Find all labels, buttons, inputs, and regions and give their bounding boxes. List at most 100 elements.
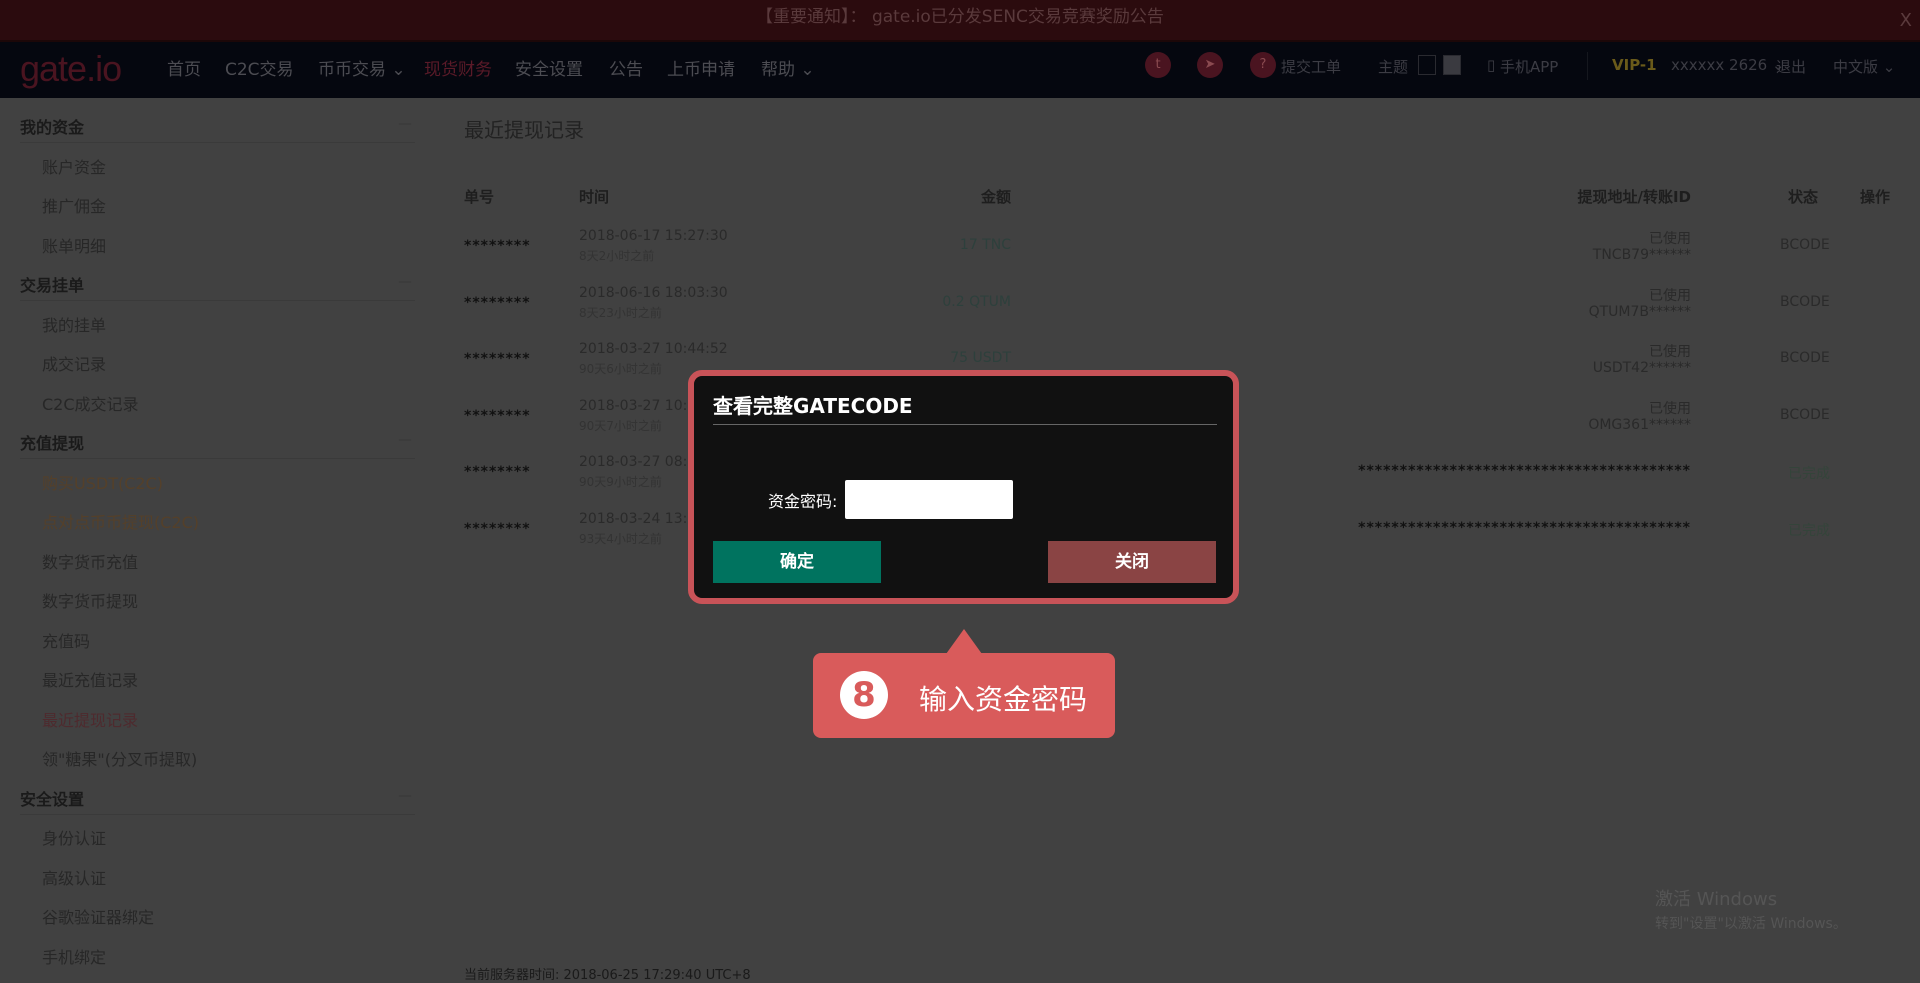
time-ago: 93天4小时之前 xyxy=(579,532,662,546)
page-title: 最近提现记录 xyxy=(464,118,584,142)
sidebar-item[interactable]: 领"糖果"(分叉币提取) xyxy=(42,746,197,770)
order-id: ******** xyxy=(464,294,531,311)
time: 2018-06-16 18:03:30 xyxy=(579,284,728,301)
sidebar-item[interactable]: 高级认证 xyxy=(42,865,106,889)
nav-item[interactable]: 公告 xyxy=(609,55,643,80)
mobile-app-link[interactable]: 手机APP xyxy=(1500,56,1558,77)
sidebar-item[interactable]: 数字货币充值 xyxy=(42,549,138,573)
divider xyxy=(713,424,1217,425)
time-ago: 90天7小时之前 xyxy=(579,418,662,433)
address-status: 已使用 xyxy=(1649,231,1691,247)
telegram-icon[interactable]: ➤ xyxy=(1197,52,1223,78)
col-order-id: 单号 xyxy=(464,188,495,206)
col-address: 提现地址/转账ID xyxy=(1577,188,1691,206)
status-badge[interactable]: BCODE xyxy=(1780,237,1830,253)
time-ago: 8天2小时之前 xyxy=(579,249,655,263)
close-notice-icon[interactable]: X xyxy=(1900,4,1912,38)
confirm-button[interactable]: 确定 xyxy=(713,541,881,583)
nav-item[interactable]: C2C交易 xyxy=(225,55,294,80)
logout-link[interactable]: 退出 xyxy=(1776,56,1806,77)
sidebar-item[interactable]: 成交记录 xyxy=(42,351,106,375)
sidebar-item[interactable]: 推广佣金 xyxy=(42,193,106,217)
time: 2018-03-27 08: xyxy=(579,454,688,471)
divider xyxy=(20,458,415,459)
order-id: ******** xyxy=(464,407,531,424)
order-id: ******** xyxy=(464,521,531,537)
collapse-icon[interactable]: — xyxy=(398,274,412,290)
language-select[interactable]: 中文版 ⌄ xyxy=(1833,56,1895,77)
status-badge: 已完成 xyxy=(1788,523,1830,539)
light-theme-swatch[interactable] xyxy=(1443,55,1461,75)
sidebar-item[interactable]: 点对点币币提现(C2C) xyxy=(42,509,199,533)
col-status: 状态 xyxy=(1788,188,1819,206)
address: USDT42****** xyxy=(1592,360,1691,377)
nav-item[interactable]: 上币申请 xyxy=(667,55,735,80)
time: 2018-06-17 15:27:30 xyxy=(579,228,728,244)
sidebar-group-title[interactable]: 我的资金 xyxy=(20,114,84,138)
sidebar-item[interactable]: 手机绑定 xyxy=(42,944,106,968)
submit-ticket-link[interactable]: 提交工单 xyxy=(1281,56,1341,77)
sidebar-item[interactable]: 账户资金 xyxy=(42,154,106,178)
sidebar-group-title[interactable]: 安全设置 xyxy=(20,786,84,810)
sidebar-item[interactable]: 最近提现记录 xyxy=(42,707,138,731)
nav-item[interactable]: 帮助 ⌄ xyxy=(761,55,815,80)
user-menu[interactable]: xxxxxx 2626 ⌄ xyxy=(1671,56,1785,74)
logo[interactable]: gate.io xyxy=(20,48,122,90)
address-status: 已使用 xyxy=(1649,287,1691,304)
col-amount: 金额 xyxy=(980,188,1011,206)
address: TNCB79****** xyxy=(1592,247,1691,263)
watermark-line2: 转到"设置"以激活 Windows。 xyxy=(1655,916,1847,932)
close-button[interactable]: 关闭 xyxy=(1048,541,1216,583)
twitter-icon[interactable]: t xyxy=(1145,52,1171,78)
notice-text[interactable]: 【重要通知】： gate.io已分发SENC交易竞赛奖励公告 xyxy=(756,7,1164,27)
sidebar-item[interactable]: 最近充值记录 xyxy=(42,667,138,691)
sidebar-group-title[interactable]: 交易挂单 xyxy=(20,272,84,296)
amount: 75 USDT xyxy=(950,350,1011,367)
nav-item[interactable]: 币币交易 ⌄ xyxy=(318,55,406,80)
divider xyxy=(1587,52,1588,80)
nav-item[interactable]: 安全设置 xyxy=(515,55,583,80)
divider xyxy=(20,142,415,143)
sidebar-item[interactable]: 购买USDT(C2C) xyxy=(42,470,163,494)
callout-text: 输入资金密码 xyxy=(919,683,1088,716)
nav-item[interactable]: 现货财务 xyxy=(424,55,492,80)
theme-label: 主题 xyxy=(1378,58,1409,76)
address: **************************************** xyxy=(1358,520,1691,536)
sidebar-group-title[interactable]: 充值提现 xyxy=(20,430,84,454)
sidebar-item[interactable]: 身份认证 xyxy=(42,825,106,849)
order-id: ******** xyxy=(464,238,531,254)
time-ago: 90天6小时之前 xyxy=(579,362,662,377)
amount: 0.2 QTUM xyxy=(942,293,1011,310)
watermark-line1: 激活 Windows xyxy=(1655,889,1778,910)
sidebar-item[interactable]: 谷歌验证器绑定 xyxy=(42,904,154,928)
callout-pointer xyxy=(946,629,982,654)
status-badge: 已完成 xyxy=(1788,466,1830,483)
question-icon[interactable]: ? xyxy=(1250,52,1276,78)
sidebar-item[interactable]: 账单明细 xyxy=(42,233,106,257)
dark-theme-swatch[interactable] xyxy=(1418,55,1436,75)
address: **************************************** xyxy=(1358,463,1691,480)
sidebar-item[interactable]: C2C成交记录 xyxy=(42,391,139,415)
address-status: 已使用 xyxy=(1649,344,1691,361)
time: 2018-03-27 10:44:52 xyxy=(579,341,728,358)
order-id: ******** xyxy=(464,351,531,368)
sidebar-item[interactable]: 数字货币提现 xyxy=(42,588,138,612)
order-id: ******** xyxy=(464,464,531,481)
address: OMG361****** xyxy=(1588,416,1691,433)
nav-item[interactable]: 首页 xyxy=(167,55,201,80)
sidebar-item[interactable]: 充值码 xyxy=(42,628,90,652)
divider xyxy=(20,813,415,815)
col-time: 时间 xyxy=(579,188,610,206)
status-badge[interactable]: BCODE xyxy=(1780,407,1830,423)
time-ago: 8天23小时之前 xyxy=(579,305,662,320)
collapse-icon[interactable]: — xyxy=(398,432,412,448)
collapse-icon[interactable]: — xyxy=(398,116,412,132)
collapse-icon[interactable]: — xyxy=(398,788,412,804)
divider xyxy=(20,300,415,301)
sidebar-item[interactable]: 我的挂单 xyxy=(42,312,106,336)
fund-password-input[interactable] xyxy=(845,480,1013,519)
status-badge[interactable]: BCODE xyxy=(1780,350,1830,366)
status-badge[interactable]: BCODE xyxy=(1780,294,1830,310)
fund-password-label: 资金密码: xyxy=(768,492,838,511)
col-action: 操作 xyxy=(1860,188,1891,206)
